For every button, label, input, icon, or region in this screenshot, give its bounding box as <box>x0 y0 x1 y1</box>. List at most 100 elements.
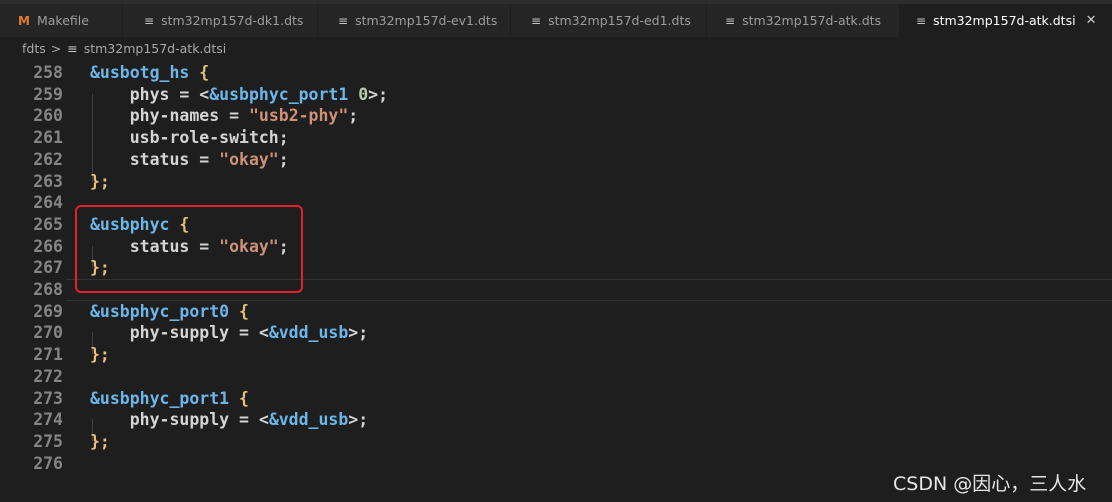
token-str: "okay" <box>219 149 279 169</box>
line-number: 270 <box>33 323 63 343</box>
line-number: 272 <box>33 366 63 386</box>
line-number: 275 <box>33 431 63 451</box>
code-text: }; <box>90 171 110 193</box>
line-number: 261 <box>33 128 63 148</box>
token-num: 0 <box>358 84 369 104</box>
token-plain: >; <box>368 84 389 104</box>
token-plain: usb-role-switch; <box>90 128 289 148</box>
breadcrumb-separator: > <box>50 40 62 56</box>
tab-label: stm32mp157d-atk.dts <box>742 13 882 28</box>
line-number: 262 <box>33 149 63 169</box>
line-number: 271 <box>33 345 63 365</box>
red-annotation-box <box>75 205 303 293</box>
code-line[interactable]: 273 &usbphyc_port1 { <box>0 388 1112 410</box>
tab-stm32mp157d-dk1-dts[interactable]: ≡ stm32mp157d-dk1.dts <box>123 4 318 37</box>
makefile-m-icon: M <box>18 13 30 28</box>
token-plain: >; <box>348 410 369 430</box>
code-line[interactable]: 263}; <box>0 171 1112 193</box>
editor-tab-bar: M Makefile ≡ stm32mp157d-dk1.dts ≡ stm32… <box>0 4 1112 37</box>
text-lines-icon: ≡ <box>725 13 736 28</box>
tab-label: stm32mp157d-ed1.dts <box>548 13 691 28</box>
code-text: }; <box>90 344 110 366</box>
line-number: 268 <box>33 280 63 299</box>
text-lines-icon: ≡ <box>916 13 927 28</box>
token-node: &usbotg_hs <box>90 63 190 82</box>
token-brace: }; <box>90 345 110 365</box>
line-number: 259 <box>33 84 63 104</box>
token-brace: }; <box>90 171 110 191</box>
token-plain: >; <box>348 323 369 343</box>
code-line[interactable]: 271}; <box>0 344 1112 366</box>
breadcrumb-folder[interactable]: fdts <box>22 41 46 56</box>
line-number: 273 <box>33 388 63 408</box>
text-lines-icon: ≡ <box>531 13 542 28</box>
token-brace: }; <box>90 431 110 451</box>
tab-label: stm32mp157d-dk1.dts <box>161 13 304 28</box>
line-number: 264 <box>33 193 63 213</box>
line-number: 265 <box>33 214 63 234</box>
code-text: usb-role-switch; <box>90 127 289 149</box>
tab-label: stm32mp157d-ev1.dts <box>355 13 498 28</box>
code-text: &usbotg_hs { <box>90 62 209 84</box>
close-icon[interactable]: ✕ <box>1086 13 1097 28</box>
token-node: &usbphyc_port1 <box>90 388 230 408</box>
code-line[interactable]: 258 &usbotg_hs { <box>0 62 1112 84</box>
line-number: 266 <box>33 236 63 256</box>
tab-label: Makefile <box>36 13 89 28</box>
line-number: 263 <box>33 171 63 191</box>
line-number: 274 <box>33 410 63 430</box>
token-node: &usbphyc_port0 <box>90 301 230 321</box>
code-line[interactable]: 274 phy-supply = <&vdd_usb>; <box>0 409 1112 431</box>
token-brace: { <box>239 301 249 321</box>
line-number: 267 <box>33 258 63 278</box>
code-text: phy-names = "usb2-phy"; <box>90 105 359 127</box>
code-line[interactable]: 269 &usbphyc_port0 { <box>0 301 1112 323</box>
token-plain: ; <box>348 106 359 126</box>
tab-stm32mp157d-ev1-dts[interactable]: ≡ stm32mp157d-ev1.dts <box>318 4 511 37</box>
token-str: "usb2-phy" <box>248 106 349 126</box>
token-brace: { <box>199 63 210 82</box>
breadcrumb-file[interactable]: stm32mp157d-atk.dtsi <box>84 41 227 56</box>
line-number: 260 <box>33 106 63 126</box>
tab-label: stm32mp157d-atk.dtsi <box>933 13 1076 28</box>
line-number: 258 <box>33 63 63 82</box>
breadcrumb: fdts > ≡ stm32mp157d-atk.dtsi <box>0 37 1112 59</box>
code-text: phy-supply = <&vdd_usb>; <box>90 409 368 431</box>
code-text: &usbphyc_port0 { <box>90 301 249 323</box>
token-ref: &usbphyc_port1 <box>209 84 349 104</box>
token-plain: phy-supply = < <box>90 410 269 430</box>
tab-stm32mp157d-ed1-dts[interactable]: ≡ stm32mp157d-ed1.dts <box>511 4 707 37</box>
code-text: }; <box>90 431 110 453</box>
code-line[interactable]: 262 status = "okay"; <box>0 149 1112 171</box>
line-number: 269 <box>33 301 63 321</box>
code-line[interactable]: 272 <box>0 366 1112 388</box>
text-lines-icon: ≡ <box>338 13 349 28</box>
line-number: 276 <box>33 453 63 473</box>
tab-stm32mp157d-atk-dts[interactable]: ≡ stm32mp157d-atk.dts <box>707 4 900 37</box>
token-plain: phy-supply = < <box>90 323 269 343</box>
token-plain: status = <box>90 149 220 169</box>
code-line[interactable]: 261 usb-role-switch; <box>0 127 1112 149</box>
code-line[interactable]: 275}; <box>0 431 1112 453</box>
code-line[interactable]: 270 phy-supply = <&vdd_usb>; <box>0 322 1112 344</box>
tab-stm32mp157d-atk-dtsi[interactable]: ≡ stm32mp157d-atk.dtsi ✕ <box>900 4 1112 37</box>
token-brace: { <box>239 388 249 408</box>
code-line[interactable]: 260 phy-names = "usb2-phy"; <box>0 105 1112 127</box>
text-lines-icon: ≡ <box>67 40 78 56</box>
code-text: &usbphyc_port1 { <box>90 388 249 410</box>
tab-makefile[interactable]: M Makefile <box>0 4 123 37</box>
watermark: CSDN @因心，三人水 <box>893 473 1087 495</box>
text-lines-icon: ≡ <box>144 13 155 28</box>
token-plain: ; <box>278 149 289 169</box>
token-ref: &vdd_usb <box>268 323 349 343</box>
code-text: phy-supply = <&vdd_usb>; <box>90 322 368 344</box>
code-text: phys = <&usbphyc_port1 0>; <box>90 84 388 106</box>
token-ref: &vdd_usb <box>268 410 349 430</box>
code-text: status = "okay"; <box>90 149 289 171</box>
code-line[interactable]: 259 phys = <&usbphyc_port1 0>; <box>0 84 1112 106</box>
token-plain: phy-names = <box>90 106 249 126</box>
